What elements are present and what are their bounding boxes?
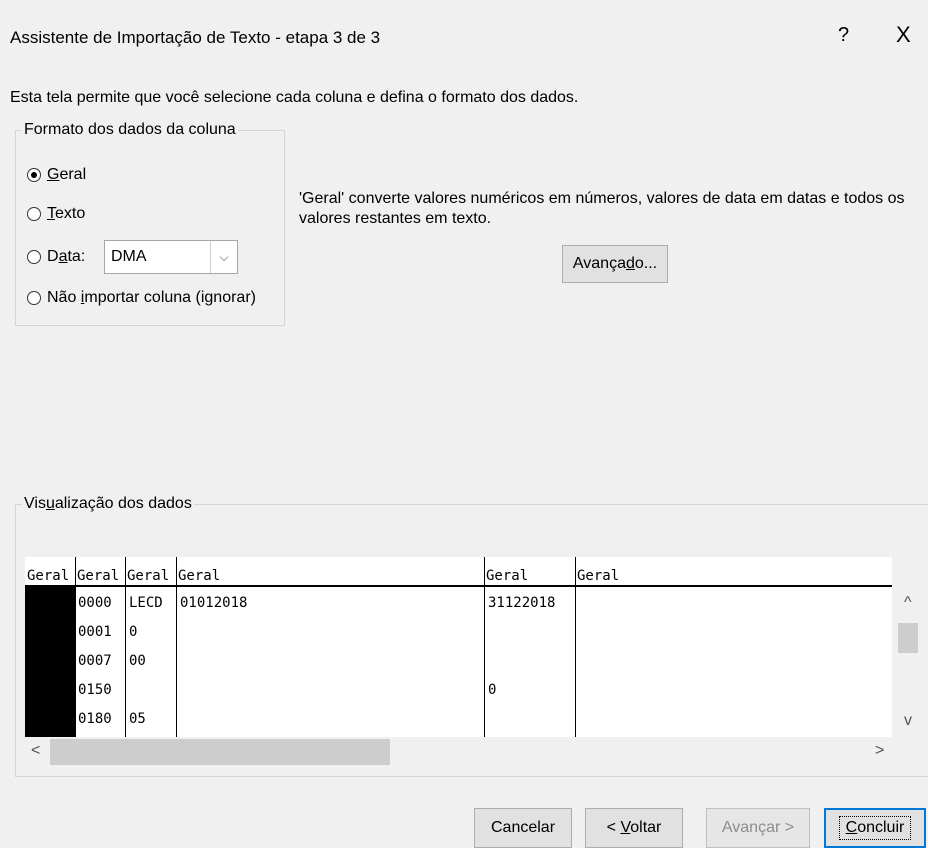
column-header[interactable]: Geral [127,568,169,584]
finish-button-label: Concluir [838,816,912,840]
table-cell: 0007 [78,653,112,669]
column-separator [75,557,76,737]
date-format-value: DMA [111,248,147,265]
radio-date-indicator[interactable] [27,250,41,264]
scroll-right-icon[interactable]: > [875,742,884,760]
help-icon[interactable]: ? [838,24,849,47]
radio-skip-column[interactable]: Não importar coluna (ignorar) [27,289,256,307]
radio-text[interactable]: Texto [27,205,85,223]
radio-date[interactable]: Data: [27,248,85,266]
horizontal-scroll-thumb[interactable] [50,739,390,765]
advanced-button[interactable]: Avançado... [562,245,668,283]
column-header[interactable]: Geral [577,568,619,584]
date-format-select[interactable]: DMA ⌵ [104,240,238,274]
back-button[interactable]: < Voltar [585,808,683,848]
close-icon[interactable]: X [896,22,911,48]
column-separator [575,557,576,737]
vertical-scrollbar[interactable]: ^ v [892,590,928,737]
column-separator [125,557,126,737]
table-cell: 0 [488,682,497,698]
radio-general[interactable]: Geral [27,166,86,184]
radio-general-indicator[interactable] [27,168,41,182]
scroll-up-icon[interactable]: ^ [904,594,912,612]
column-format-legend: Formato dos dados da coluna [24,121,236,138]
table-cell: 0001 [78,624,112,640]
column-separator [484,557,485,737]
table-cell: 05 [129,711,146,727]
horizontal-scrollbar[interactable]: < > [25,737,916,767]
dialog-title: Assistente de Importação de Texto - etap… [10,28,381,47]
column-header[interactable]: Geral [486,568,528,584]
vertical-scroll-thumb[interactable] [898,623,918,653]
chevron-down-icon[interactable]: ⌵ [210,241,237,273]
format-explanation: 'Geral' converte valores numéricos em nú… [299,190,905,227]
table-cell: 0180 [78,711,112,727]
table-cell: 0150 [78,682,112,698]
scroll-down-icon[interactable]: v [904,712,912,730]
preview-header-row: Geral Geral Geral Geral Geral Geral [25,557,892,587]
cancel-button[interactable]: Cancelar [474,808,572,848]
column-header[interactable]: Geral [77,568,119,584]
column-separator [176,557,177,737]
finish-button[interactable]: Concluir [824,808,926,848]
table-cell: 31122018 [488,595,556,611]
radio-date-label: Data: [47,248,86,265]
data-preview-grid[interactable]: Geral Geral Geral Geral Geral Geral 0000… [25,557,892,737]
radio-general-label: Geral [47,166,87,183]
scroll-left-icon[interactable]: < [31,742,40,760]
back-button-label: < Voltar [606,819,662,836]
column-header[interactable]: Geral [27,568,69,584]
instructions-text: Esta tela permite que você selecione cad… [10,89,579,106]
radio-skip-indicator[interactable] [27,291,41,305]
radio-skip-label: Não importar coluna (ignorar) [47,289,256,306]
table-cell: 01012018 [180,595,248,611]
radio-text-label: Texto [47,205,86,222]
selected-column[interactable] [25,587,75,737]
table-cell: 0000 [78,595,112,611]
table-cell: LECD [129,595,163,611]
next-button[interactable]: Avançar > [706,808,810,848]
table-cell: 0 [129,624,138,640]
table-cell: 00 [129,653,146,669]
radio-text-indicator[interactable] [27,207,41,221]
data-preview-legend: Visualização dos dados [24,495,192,512]
column-header[interactable]: Geral [178,568,220,584]
advanced-button-label: Avançado... [572,255,658,272]
